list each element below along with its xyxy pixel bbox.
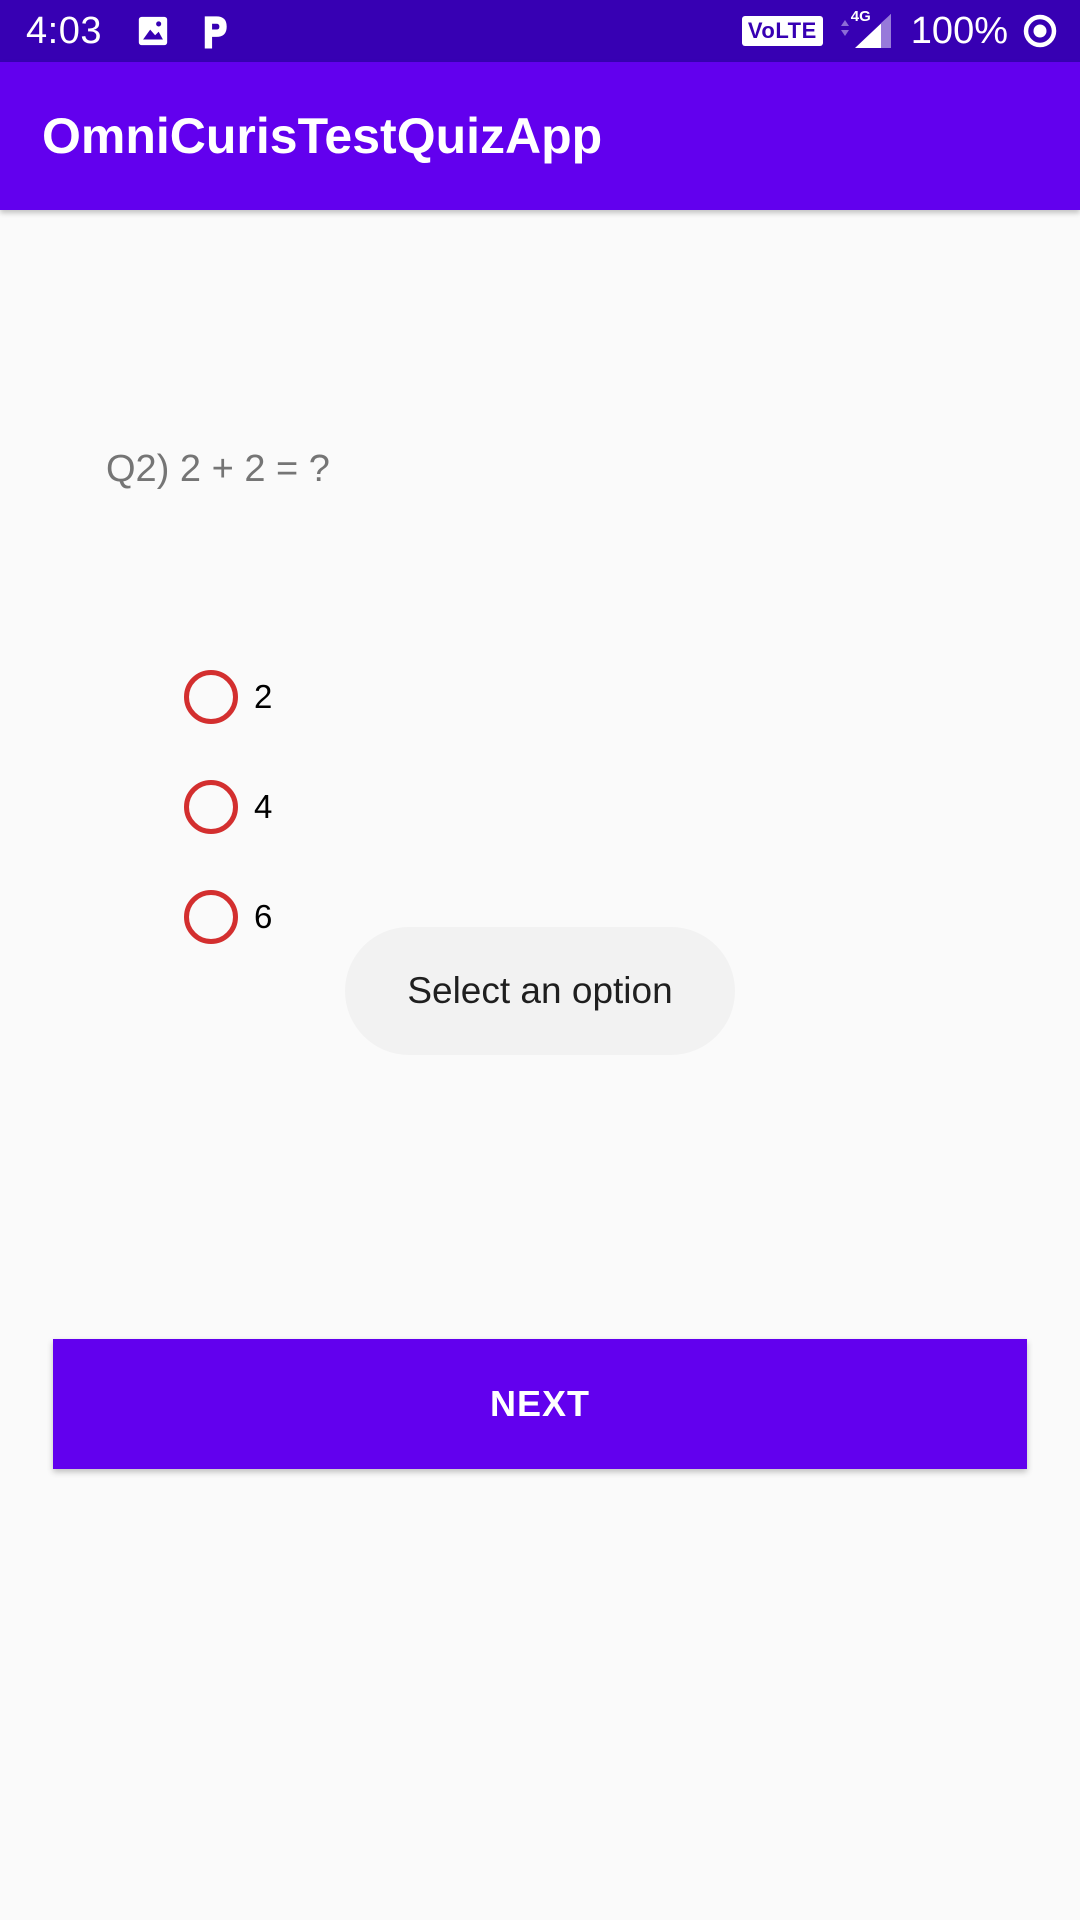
answer-option-2[interactable]: 4 [184, 778, 272, 836]
battery-percentage: 100% [910, 9, 1008, 52]
answer-radio-group: 2 4 6 [184, 668, 272, 998]
gallery-icon [136, 0, 170, 62]
answer-option-label: 4 [254, 788, 273, 825]
status-bar-right: VoLTE 4G 100% [741, 0, 1058, 62]
volte-icon: VoLTE [741, 16, 823, 46]
quiz-screen: 4:03 VoLTE 4G 100% OmniCurisTestQuizApp … [0, 0, 1080, 1920]
answer-option-label: 2 [254, 678, 273, 715]
answer-option-3[interactable]: 6 [184, 888, 272, 946]
status-bar-left: 4:03 [26, 0, 230, 62]
toast-message: Select an option [345, 927, 735, 1055]
radio-button-icon[interactable] [184, 890, 238, 944]
radio-button-icon[interactable] [184, 670, 238, 724]
status-time: 4:03 [26, 9, 102, 52]
answer-option-1[interactable]: 2 [184, 668, 272, 726]
data-saver-icon [1022, 0, 1058, 62]
radio-button-icon[interactable] [184, 780, 238, 834]
signal-icon: 4G [837, 0, 895, 62]
app-bar: OmniCurisTestQuizApp [0, 62, 1080, 210]
app-title: OmniCurisTestQuizApp [42, 108, 603, 164]
question-text: Q2) 2 + 2 = ? [106, 448, 330, 490]
status-bar: 4:03 VoLTE 4G 100% [0, 0, 1080, 62]
answer-option-label: 6 [254, 898, 273, 935]
next-button[interactable]: NEXT [53, 1339, 1027, 1469]
p-app-icon [200, 0, 230, 62]
